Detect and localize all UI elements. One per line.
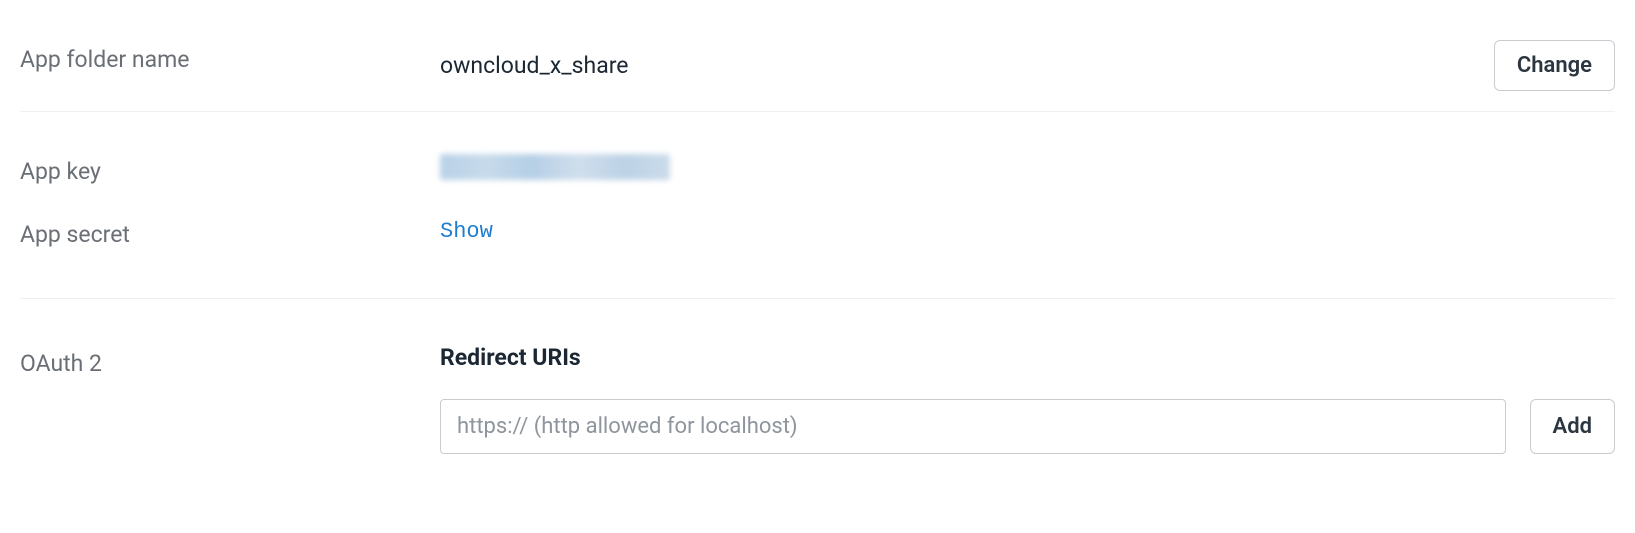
oauth-row: OAuth 2 Redirect URIs Add: [20, 344, 1615, 454]
oauth-content: Redirect URIs Add: [440, 344, 1615, 454]
app-folder-value-col: owncloud_x_share Change: [440, 40, 1615, 91]
app-key-row: App key: [20, 152, 1615, 185]
oauth-section: OAuth 2 Redirect URIs Add: [20, 299, 1615, 484]
app-folder-row: App folder name owncloud_x_share Change: [20, 20, 1615, 112]
add-button[interactable]: Add: [1530, 399, 1615, 454]
keys-section: App key App secret Show: [20, 112, 1615, 299]
show-secret-link[interactable]: Show: [440, 219, 493, 244]
app-key-blurred-value: [440, 154, 670, 180]
app-secret-row: App secret Show: [20, 215, 1615, 248]
app-key-value: [440, 154, 670, 184]
app-secret-value: Show: [440, 219, 493, 244]
redirect-uris-heading: Redirect URIs: [440, 344, 1615, 371]
app-key-label: App key: [20, 152, 440, 185]
change-button[interactable]: Change: [1494, 40, 1615, 91]
redirect-uri-input[interactable]: [440, 399, 1506, 454]
uri-input-row: Add: [440, 399, 1615, 454]
app-secret-label: App secret: [20, 215, 440, 248]
oauth-label: OAuth 2: [20, 344, 440, 377]
app-folder-label: App folder name: [20, 40, 440, 73]
app-folder-value: owncloud_x_share: [440, 52, 629, 79]
